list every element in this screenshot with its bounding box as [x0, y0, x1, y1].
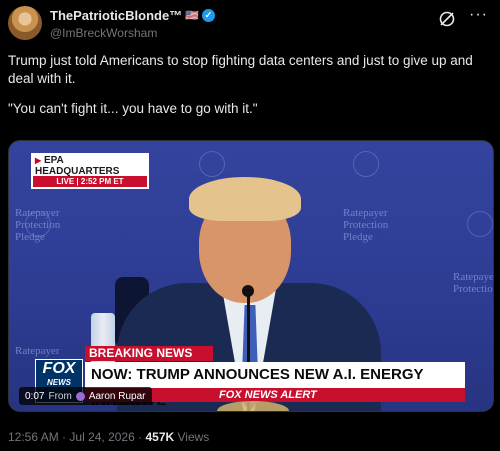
source-avatar-icon [75, 391, 85, 401]
us-flag-icon: 🇺🇸 [185, 10, 199, 22]
pledge-watermark: Ratepayer Protection [453, 271, 494, 295]
seal-watermark-icon [467, 211, 493, 237]
grok-icon[interactable] [438, 10, 456, 28]
tweet-paragraph: "You can't fight it... you have to go wi… [8, 101, 258, 116]
play-triangle-icon: ▶ [35, 156, 42, 165]
tweet-time[interactable]: 12:56 AM [8, 430, 59, 444]
news-headline: NOW: TRUMP ANNOUNCES NEW A.I. ENERGY INI… [85, 362, 465, 409]
pledge-watermark: Ratepayer Protection Pledge [15, 207, 61, 243]
tweet-paragraph: Trump just told Americans to stop fighti… [8, 53, 473, 86]
breaking-news-label: BREAKING NEWS [85, 346, 213, 361]
author-handle[interactable]: @ImBreckWorsham [50, 26, 157, 40]
tweet-meta: 12:56 AM · Jul 24, 2026 · 457K Views [8, 430, 210, 444]
video-timestamp-overlay[interactable]: 0:07 From Aaron Rupar [19, 387, 152, 405]
pledge-watermark: Ratepayer [15, 345, 60, 357]
views-count: 457K [145, 430, 175, 444]
more-options-icon[interactable]: ··· [469, 6, 488, 24]
video-player[interactable]: Ratepayer Protection Pledge Ratepayer Pr… [8, 140, 494, 412]
views-label: Views [177, 430, 210, 444]
tweet-text: Trump just told Americans to stop fighti… [8, 52, 488, 130]
verified-badge-icon: ✓ [201, 9, 215, 22]
alert-label: FOX NEWS ALERT [219, 389, 317, 401]
video-timestamp: 0:07 [25, 390, 45, 402]
live-label: LIVE [56, 177, 75, 186]
source-name[interactable]: Aaron Rupar [89, 391, 146, 402]
avatar[interactable] [8, 6, 42, 40]
tweet-date[interactable]: Jul 24, 2026 [69, 430, 134, 444]
from-label: From [48, 390, 72, 402]
tweet-header: ThePatrioticBlonde™ 🇺🇸 ✓ @ImBreckWorsham… [8, 4, 492, 44]
location-line1: EPA HEADQUARTERS [35, 155, 120, 177]
display-name[interactable]: ThePatrioticBlonde™ [50, 8, 182, 23]
author-name-row[interactable]: ThePatrioticBlonde™ 🇺🇸 ✓ [50, 8, 215, 23]
